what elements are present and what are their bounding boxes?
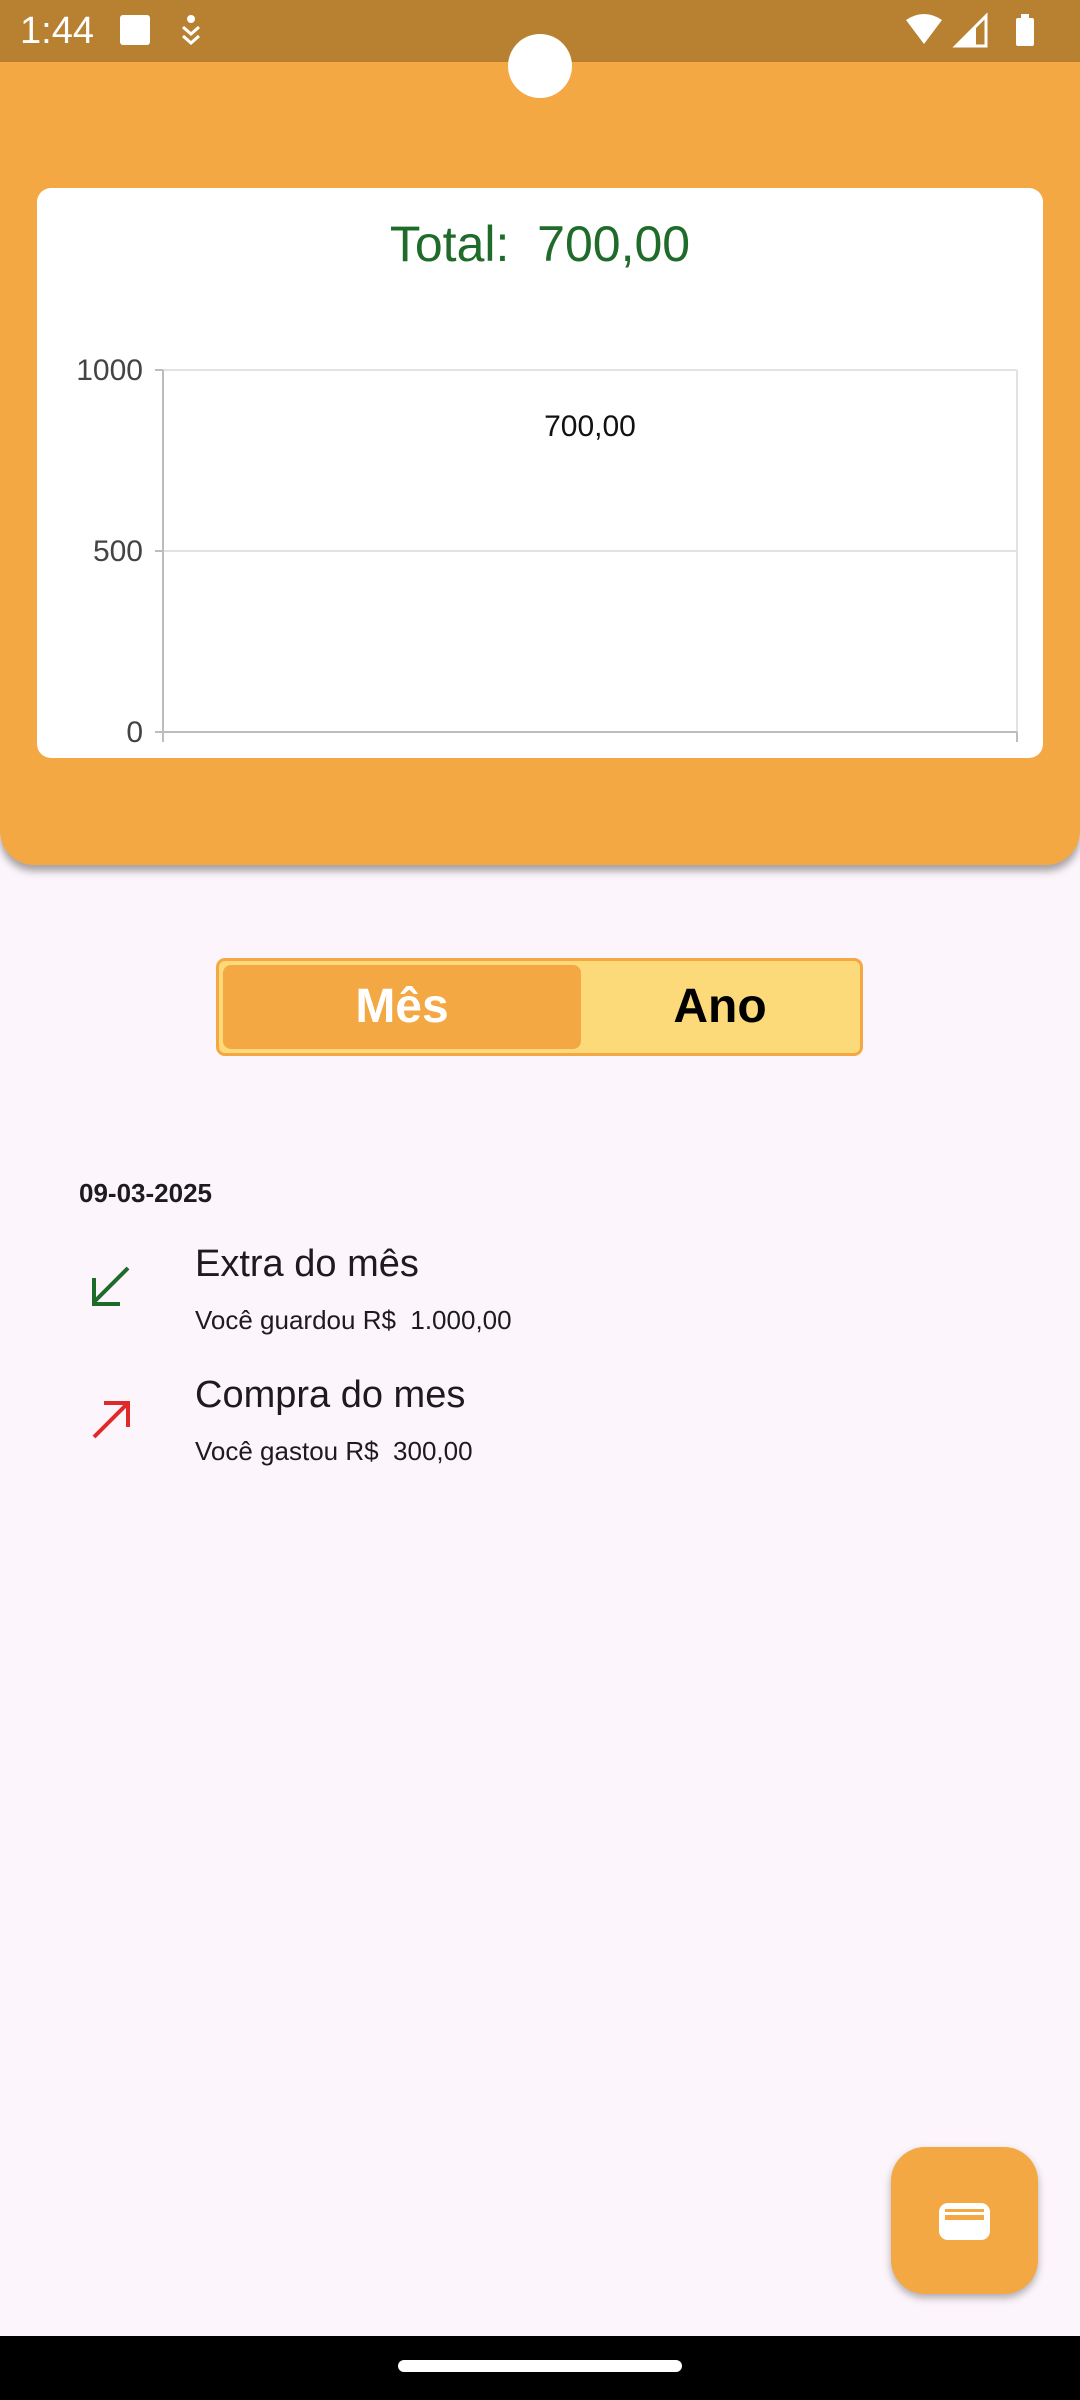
wallet-fab-button[interactable] xyxy=(891,2147,1038,2294)
bar xyxy=(530,479,650,732)
wallet-icon xyxy=(939,2203,990,2240)
wifi-icon xyxy=(906,14,942,44)
y-tick-label: 1000 xyxy=(76,354,143,387)
y-tick-label: 0 xyxy=(126,716,143,749)
camera-cutout xyxy=(508,34,572,98)
arrow-up-right-icon xyxy=(92,1401,130,1439)
bar-chart: 0 500 1000 700,00 Mar xyxy=(76,354,1018,758)
transaction-title: Compra do mes xyxy=(195,1374,466,1416)
y-tick-label: 500 xyxy=(93,535,143,568)
transaction-title: Extra do mês xyxy=(195,1243,419,1285)
transaction-item-income[interactable]: Extra do mês Você guardou R$ 1.000,00 xyxy=(0,1240,1080,1360)
transaction-subtitle: Você guardou R$ 1.000,00 xyxy=(195,1305,512,1335)
status-time: 1:44 xyxy=(20,10,94,52)
toggle-month-button[interactable]: Mês xyxy=(223,961,581,1053)
transaction-subtitle: Você gastou R$ 300,00 xyxy=(195,1436,473,1466)
notification-square-icon xyxy=(120,15,150,45)
period-toggle: Mês Ano xyxy=(216,958,863,1056)
transaction-item-expense[interactable]: Compra do mes Você gastou R$ 300,00 xyxy=(0,1371,1080,1491)
x-tick-label: Mar xyxy=(564,756,616,758)
accessibility-icon xyxy=(182,15,200,45)
header-panel: Total: 700,00 05001000700,00Mar xyxy=(0,62,1080,865)
chart-card: Total: 700,00 05001000700,00Mar xyxy=(37,188,1043,758)
home-gesture-handle[interactable] xyxy=(398,2360,682,2372)
battery-icon xyxy=(1016,18,1034,46)
bar-data-label: 700,00 xyxy=(544,410,636,443)
system-navigation-bar xyxy=(0,2336,1080,2400)
transaction-date-header: 09-03-2025 xyxy=(79,1178,212,1208)
arrow-down-left-icon xyxy=(92,1266,130,1306)
status-right-icons xyxy=(906,12,1034,48)
toggle-year-button[interactable]: Ano xyxy=(581,961,859,1053)
